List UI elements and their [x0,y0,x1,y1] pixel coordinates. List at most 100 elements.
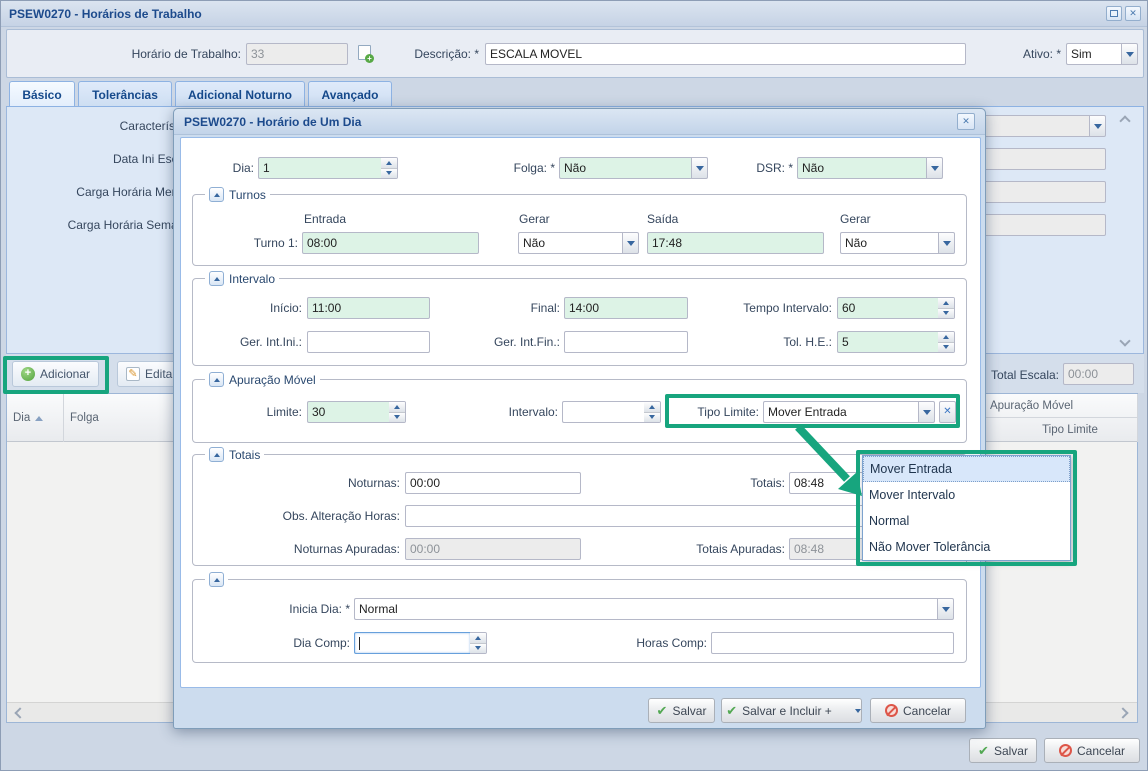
turno1-gerar-saida-combo[interactable]: Não [840,232,955,254]
totais-label: Totais: [685,475,785,491]
dropdown-item-nao-mover-tolerancia[interactable]: Não Mover Tolerância [863,534,1070,560]
adicionar-button[interactable]: + Adicionar [12,361,99,387]
collapse-icon[interactable] [209,372,224,387]
spinner-up-icon[interactable] [938,332,954,342]
dia-spinner[interactable]: 1 [258,157,398,179]
apuracao-movel-legend: Apuração Móvel [229,373,316,387]
inicia-dia-label: Inicia Dia: * [250,601,350,617]
dialog-salvar-button[interactable]: ✔ Salvar [648,698,715,723]
scroll-left-icon[interactable] [14,707,25,718]
intervalo-legend: Intervalo [229,272,275,286]
turno1-saida-field[interactable]: 17:48 [647,232,824,254]
tipo-limite-clear-button[interactable]: ✕ [939,401,956,423]
dsr-combo[interactable]: Não [797,157,943,179]
combo-arrow-icon[interactable] [938,232,955,254]
column-header-tipo-limite[interactable]: Tipo Limite [1003,418,1138,442]
main-salvar-button[interactable]: ✔ Salvar [969,738,1037,763]
spinner-down-icon[interactable] [938,342,954,353]
main-cancelar-button[interactable]: Cancelar [1044,738,1140,763]
combo-arrow-icon[interactable] [1089,115,1106,137]
tab-adicional-noturno[interactable]: Adicional Noturno [175,81,305,107]
text-cursor [359,637,360,650]
tol-he-label: Tol. H.E.: [702,334,832,350]
turnos-legend: Turnos [229,188,266,202]
column-header-folga[interactable]: Folga [64,394,184,442]
tab-tolerancias[interactable]: Tolerâncias [78,81,172,107]
dropdown-item-normal[interactable]: Normal [863,508,1070,534]
dropdown-item-mover-intervalo[interactable]: Mover Intervalo [863,482,1070,508]
entrada-column-header: Entrada [304,212,346,227]
combo-arrow-icon[interactable] [622,232,639,254]
noturnas-field[interactable]: 00:00 [405,472,581,494]
maximize-button[interactable] [1106,6,1122,21]
totais-apuradas-label: Totais Apuradas: [655,541,785,557]
ativo-label: Ativo: * [976,46,1061,62]
collapse-icon[interactable] [209,447,224,462]
combo-arrow-icon[interactable] [1121,43,1138,65]
column-header-dia[interactable]: Dia [7,394,64,442]
apuracao-intervalo-spinner[interactable] [562,401,661,423]
gerar1-column-header: Gerar [519,212,550,227]
spinner-up-icon[interactable] [470,633,486,643]
horas-comp-field[interactable] [711,632,954,654]
folga-combo[interactable]: Não [559,157,708,179]
tab-avancado[interactable]: Avançado [308,81,392,107]
tol-he-spinner[interactable]: 5 [837,331,955,353]
spinner-up-icon[interactable] [644,402,660,412]
dialog-cancelar-button[interactable]: Cancelar [870,698,966,723]
dia-comp-spinner[interactable] [354,632,487,654]
window-close-button[interactable]: ✕ [1125,6,1141,21]
ativo-combo[interactable]: Sim [1066,43,1138,65]
spinner-up-icon[interactable] [381,158,397,168]
limite-label: Limite: [202,404,302,420]
dialog-title: PSEW0270 - Horário de Um Dia [184,115,361,129]
spinner-up-icon[interactable] [389,402,405,412]
main-window-titlebar[interactable]: PSEW0270 - Horários de Trabalho ✕ [1,1,1148,27]
tab-basico[interactable]: Básico [9,81,75,108]
scroll-right-icon[interactable] [1117,707,1128,718]
dropdown-item-mover-entrada[interactable]: Mover Entrada [863,456,1070,482]
turno1-label: Turno 1: [198,235,298,251]
inicio-field[interactable]: 11:00 [307,297,430,319]
final-field[interactable]: 14:00 [564,297,688,319]
inicia-dia-combo[interactable]: Normal [354,598,954,620]
spinner-down-icon[interactable] [938,308,954,319]
collapse-icon[interactable] [209,572,224,587]
tempo-intervalo-spinner[interactable]: 60 [837,297,955,319]
cancel-icon [1059,744,1072,757]
turno1-gerar-entrada-combo[interactable]: Não [518,232,639,254]
collapse-icon[interactable] [209,271,224,286]
combo-arrow-icon[interactable] [937,598,954,620]
spinner-down-icon[interactable] [470,643,486,654]
plus-icon: + [365,54,374,63]
spinner-down-icon[interactable] [644,412,660,423]
limite-spinner[interactable]: 30 [307,401,406,423]
inicio-label: Início: [202,300,302,316]
horario-trabalho-label: Horário de Trabalho: [51,46,241,62]
maximize-icon [1110,10,1118,17]
new-record-icon[interactable]: + [358,45,371,60]
ger-int-fin-field[interactable] [564,331,688,353]
tipo-limite-combo[interactable]: Mover Entrada [763,401,935,423]
combo-arrow-icon[interactable] [918,401,935,423]
dialog-titlebar[interactable]: PSEW0270 - Horário de Um Dia ✕ [174,109,985,135]
combo-arrow-icon[interactable] [691,157,708,179]
tempo-intervalo-label: Tempo Intervalo: [702,300,832,316]
turno1-entrada-field[interactable]: 08:00 [302,232,479,254]
collapse-icon[interactable] [209,187,224,202]
ger-int-ini-field[interactable] [307,331,430,353]
spinner-up-icon[interactable] [938,298,954,308]
dialog-salvar-incluir-button[interactable]: ✔ Salvar e Incluir + [721,698,862,723]
totais-legend: Totais [229,448,260,462]
combo-arrow-icon[interactable] [926,157,943,179]
dialog-close-button[interactable]: ✕ [957,113,975,130]
spinner-down-icon[interactable] [381,168,397,179]
descricao-field[interactable]: ESCALA MOVEL [485,43,966,65]
obs-alteracao-label: Obs. Alteração Horas: [250,508,400,524]
horas-comp-label: Horas Comp: [607,635,707,651]
noturnas-apuradas-label: Noturnas Apuradas: [270,541,400,557]
total-escala-field: 00:00 [1063,363,1134,385]
spinner-down-icon[interactable] [389,412,405,423]
split-arrow-icon[interactable] [855,709,861,713]
noturnas-label: Noturnas: [300,475,400,491]
